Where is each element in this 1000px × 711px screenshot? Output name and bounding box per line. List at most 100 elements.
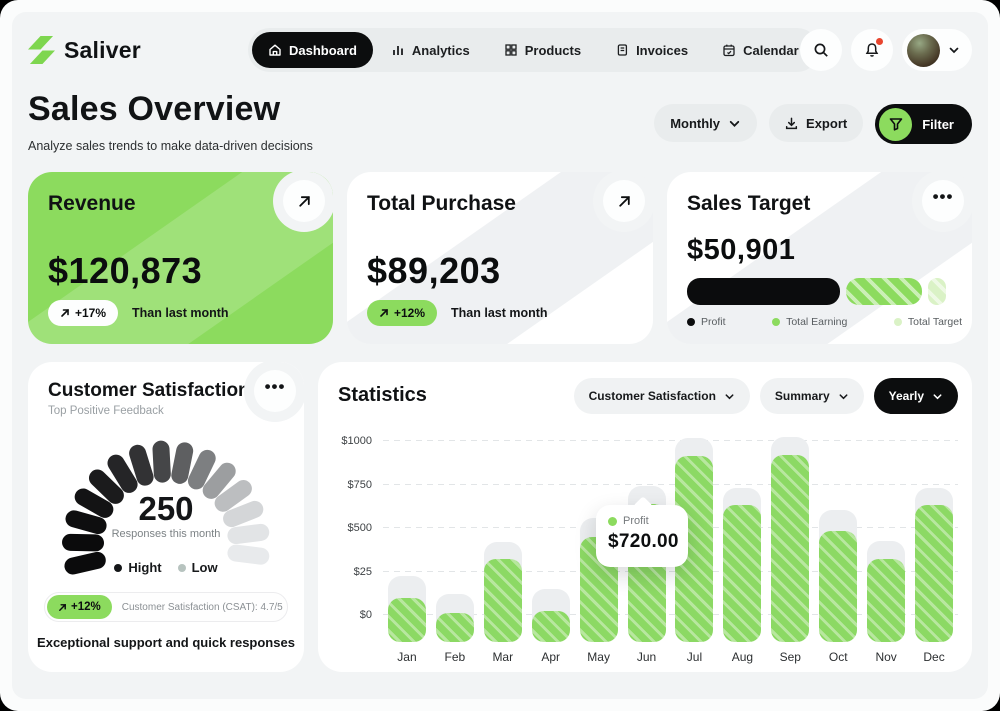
export-button[interactable]: Export	[769, 104, 863, 142]
x-tick-label: Oct	[814, 650, 862, 664]
legend-label: Hight	[128, 560, 161, 575]
revenue-card-title: Revenue	[48, 192, 136, 216]
calendar-icon	[722, 43, 736, 57]
page-title: Sales Overview	[28, 90, 280, 129]
period-dropdown-label: Monthly	[670, 116, 720, 131]
chevron-down-icon	[728, 117, 741, 130]
saliver-logo-icon	[28, 36, 55, 65]
chevron-down-icon	[838, 391, 849, 402]
chart-ylabels: $0$25$500$750$1000	[328, 432, 378, 642]
export-button-label: Export	[806, 116, 847, 131]
revenue-open-button[interactable]	[283, 180, 325, 222]
bar-jan[interactable]	[388, 598, 426, 642]
statistics-card: Statistics Customer Satisfaction Summary Y…	[318, 362, 972, 672]
page-subtitle: Analyze sales trends to make data-driven…	[28, 139, 313, 153]
legend-item: Profit	[687, 316, 726, 328]
x-tick-label: Apr	[527, 650, 575, 664]
filter-dropdown-label: Summary	[775, 389, 830, 403]
bar-mar[interactable]	[484, 559, 522, 642]
chart-xlabels: JanFebMarAprMayJunJulAugSepOctNovDec	[383, 650, 958, 666]
x-tick-label: Dec	[910, 650, 958, 664]
statistics-title: Statistics	[338, 384, 427, 407]
bar-aug[interactable]	[723, 505, 761, 642]
arrow-up-right-icon	[617, 194, 632, 209]
bar-nov[interactable]	[867, 559, 905, 642]
nav-item-label: Dashboard	[289, 43, 357, 58]
bar-sep[interactable]	[771, 455, 809, 642]
analytics-icon	[391, 43, 405, 57]
chevron-down-icon	[932, 391, 943, 402]
filter-dropdown-label: Customer Satisfaction	[589, 389, 716, 403]
bar-oct[interactable]	[819, 531, 857, 642]
period-dropdown[interactable]: Monthly	[654, 104, 757, 142]
tooltip-series-dot	[608, 517, 617, 526]
user-menu[interactable]	[902, 29, 972, 71]
arrow-up-right-icon	[297, 194, 312, 209]
filter-dropdown-customer-satisfaction[interactable]: Customer Satisfaction	[574, 378, 750, 414]
bar-dec[interactable]	[915, 505, 953, 642]
total-purchase-card: Total Purchase $89,203 +12% Than last mo…	[347, 172, 653, 344]
nav-item-invoices[interactable]: Invoices	[599, 32, 704, 68]
bar-apr[interactable]	[532, 611, 570, 642]
notification-dot	[876, 38, 883, 45]
header-actions: Monthly Export Filter	[654, 104, 972, 144]
customer-satisfaction-card: Customer Satisfaction Top Positive Feedb…	[28, 362, 304, 672]
responses-count-label: Responses this month	[28, 528, 304, 540]
tooltip-series-label: Profit	[623, 515, 649, 527]
legend-dot	[114, 564, 122, 572]
arrow-up-right-icon	[58, 603, 67, 612]
search-button[interactable]	[800, 29, 842, 71]
products-icon	[504, 43, 518, 57]
filter-button[interactable]: Filter	[875, 104, 972, 144]
total-purchase-open-button[interactable]	[603, 180, 645, 222]
chart-plot: Profit $720.00	[383, 432, 958, 642]
legend-label: Total Earning	[786, 316, 847, 328]
main-nav: Dashboard AnalyticsProductsInvoices Calend…	[248, 28, 819, 72]
nav-item-analytics[interactable]: Analytics	[375, 32, 486, 68]
gauge-legend: HightLow	[28, 560, 304, 575]
sales-target-card-title: Sales Target	[687, 192, 810, 216]
dashboard-surface: Saliver Dashboard AnalyticsProductsInvoic…	[12, 12, 988, 699]
statistics-filters: Customer Satisfaction Summary Yearly	[574, 378, 958, 414]
notifications-button[interactable]	[851, 29, 893, 71]
satisfaction-menu-button[interactable]: •••	[254, 370, 296, 412]
legend-dot	[772, 318, 780, 326]
sales-target-value: $50,901	[687, 234, 795, 267]
x-tick-label: Feb	[431, 650, 479, 664]
chart-tooltip: Profit $720.00	[596, 505, 688, 567]
progress-segment-profit	[687, 278, 840, 305]
brand-name: Saliver	[64, 37, 141, 64]
gauge-segment	[152, 440, 171, 483]
x-tick-label: Jan	[383, 650, 431, 664]
nav-item-dashboard[interactable]: Dashboard	[252, 32, 373, 68]
filter-dropdown-summary[interactable]: Summary	[760, 378, 864, 414]
x-tick-label: Sep	[766, 650, 814, 664]
x-tick-label: Aug	[718, 650, 766, 664]
bar-feb[interactable]	[436, 613, 474, 642]
satisfaction-footnote: Exceptional support and quick responses	[28, 635, 304, 650]
revenue-delta-note: Than last month	[132, 306, 229, 320]
invoices-icon	[615, 43, 629, 57]
total-purchase-delta-label: +12%	[394, 306, 425, 320]
filter-dropdown-yearly[interactable]: Yearly	[874, 378, 958, 414]
x-tick-label: Mar	[479, 650, 527, 664]
legend-label: Total Target	[908, 316, 962, 328]
x-tick-label: Jul	[670, 650, 718, 664]
nav-item-calendar[interactable]: Calendar	[706, 32, 815, 68]
sales-target-menu-button[interactable]: •••	[922, 180, 964, 222]
nav-item-label: Calendar	[743, 43, 799, 58]
filter-button-label: Filter	[922, 117, 954, 132]
total-purchase-card-title: Total Purchase	[367, 192, 516, 216]
chevron-down-icon	[948, 44, 960, 56]
csat-delta-label: +12%	[71, 601, 101, 613]
revenue-value: $120,873	[48, 250, 202, 292]
progress-segment-total-earning	[846, 278, 921, 305]
total-purchase-delta-badge: +12%	[367, 300, 437, 326]
csat-pill: +12% Customer Satisfaction (CSAT): 4.7/5	[44, 592, 288, 622]
gauge-legend-item: Hight	[114, 560, 161, 575]
satisfaction-title: Customer Satisfaction	[48, 380, 250, 402]
chevron-down-icon	[724, 391, 735, 402]
legend-dot	[178, 564, 186, 572]
chart-gridline	[383, 484, 958, 485]
nav-item-products[interactable]: Products	[488, 32, 597, 68]
